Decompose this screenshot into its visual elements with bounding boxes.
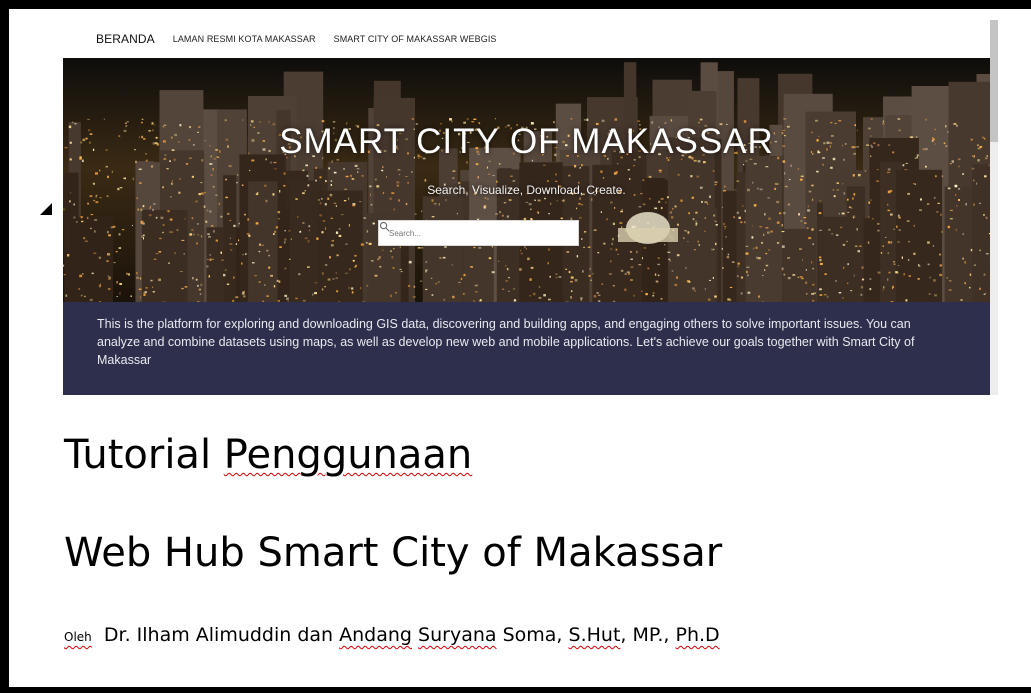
search-icon [379,221,390,232]
search-box[interactable] [378,220,579,246]
top-navigation: BERANDA LAMAN RESMI KOTA MAKASSAR SMART … [96,28,497,50]
nav-webgis-link[interactable]: SMART CITY OF MAKASSAR WEBGIS [334,34,497,44]
byline-mp: , MP., [620,624,676,646]
scrollbar-thumb[interactable] [990,20,998,142]
title-word-tutorial: Tutorial [64,432,224,478]
hero-subtitle: Search, Visualize, Download, Create. [427,183,626,197]
byline-author-1: Dr. Ilham Alimuddin dan [103,624,340,646]
document-title-line-1: Tutorial Penggunaan [64,432,472,478]
platform-description: This is the platform for exploring and d… [63,302,990,395]
byline-andang: Andang [339,624,412,646]
byline-oleh: Oleh [64,630,92,644]
nav-official-site-link[interactable]: LAMAN RESMI KOTA MAKASSAR [173,34,316,44]
author-byline: Oleh Dr. Ilham Alimuddin dan Andang Sury… [64,624,720,646]
nav-home-link[interactable]: BERANDA [96,32,155,46]
search-input[interactable] [387,227,561,239]
title-word-penggunaan: Penggunaan [223,432,473,478]
byline-soma: Soma, [496,624,569,646]
city-night-background [63,58,990,302]
hero-banner: SMART CITY OF MAKASSAR Search, Visualize… [63,58,990,302]
hero-title: SMART CITY OF MAKASSAR [279,122,774,161]
document-title-line-2: Web Hub Smart City of Makassar [64,530,723,576]
byline-phd: Ph.D [675,624,720,646]
byline-suryana: Suryana [418,624,497,646]
byline-shut: S.Hut [568,624,621,646]
vertical-scrollbar[interactable] [990,20,998,395]
web-hub-screenshot: BERANDA LAMAN RESMI KOTA MAKASSAR SMART … [63,20,998,396]
corner-marker [40,203,52,215]
